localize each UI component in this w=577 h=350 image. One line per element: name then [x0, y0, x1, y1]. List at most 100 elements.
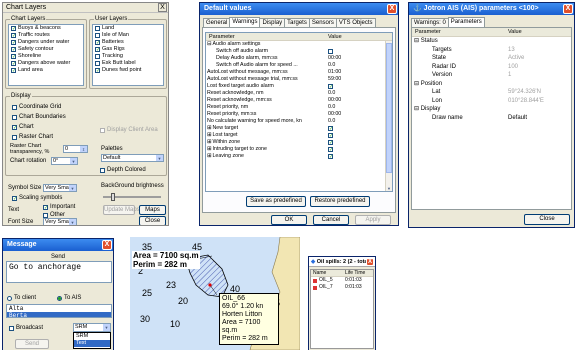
- raster-chart-checkbox[interactable]: Raster Chart: [10, 134, 53, 141]
- send-button[interactable]: Send: [15, 339, 49, 349]
- scaling-symbols-checkbox[interactable]: ✓ Scaling symbols: [10, 195, 62, 202]
- table-row[interactable]: Lon 010°28.844'E: [412, 97, 571, 106]
- table-row[interactable]: ⊟ Display: [412, 105, 571, 114]
- column-header[interactable]: Value: [328, 33, 342, 40]
- checkbox[interactable]: ✓: [11, 61, 16, 67]
- table-row[interactable]: ⊞ Lost target ✓: [206, 132, 392, 139]
- checkbox[interactable]: ✓: [328, 84, 333, 90]
- restore-predefined-button[interactable]: Restore predefined: [310, 196, 370, 207]
- column-header[interactable]: Parameter: [412, 28, 508, 36]
- checkbox[interactable]: ✓: [95, 68, 100, 74]
- close-icon[interactable]: X: [158, 3, 167, 12]
- value-cell[interactable]: 00:00: [328, 55, 341, 62]
- expand-icon[interactable]: ⊞: [207, 132, 211, 139]
- vertical-scrollbar[interactable]: ▼: [385, 41, 392, 191]
- layer-item[interactable]: ✓ Buoys & beacons: [9, 25, 83, 32]
- table-row[interactable]: Lost fixed target audio alarm ✓: [206, 83, 392, 90]
- value-cell[interactable]: 59:00: [328, 76, 341, 83]
- recipient-item[interactable]: Alta: [7, 305, 111, 312]
- table-row[interactable]: ⊟ Status: [412, 37, 571, 46]
- value-cell[interactable]: 0.0: [328, 90, 335, 97]
- checkbox[interactable]: [328, 49, 333, 54]
- to-ais-radio[interactable]: To AIS: [57, 295, 81, 302]
- collapse-icon[interactable]: ⊟: [414, 81, 421, 87]
- table-row[interactable]: ⊟ Position: [412, 80, 571, 89]
- column-header[interactable]: Life Time: [345, 270, 365, 276]
- value-cell[interactable]: ✓: [328, 153, 335, 160]
- column-header[interactable]: Parameter: [206, 33, 328, 40]
- value-cell[interactable]: ✓: [328, 132, 335, 139]
- close-icon[interactable]: X: [563, 4, 573, 14]
- checkbox[interactable]: ✓: [11, 33, 16, 39]
- table-row[interactable]: ⊞ Intruding target to zone ✓: [206, 146, 392, 153]
- message-text-input[interactable]: Go to anchorage: [6, 261, 112, 283]
- layer-item[interactable]: ✓ Safety contour: [9, 46, 83, 53]
- table-row[interactable]: OIL_7 0:01:03: [311, 284, 373, 291]
- close-icon[interactable]: X: [366, 258, 374, 266]
- value-cell[interactable]: 01:00: [328, 69, 341, 76]
- layer-item[interactable]: ✓ Dunes fwd point: [93, 67, 163, 74]
- close-button[interactable]: Close: [139, 216, 166, 225]
- message-type-select[interactable]: SRM ▼: [73, 323, 111, 332]
- value-cell[interactable]: 0.0: [328, 118, 335, 125]
- chevron-down-icon[interactable]: ▼: [156, 155, 163, 161]
- collapse-icon[interactable]: ⊟: [414, 38, 421, 44]
- value-cell[interactable]: 0.0: [328, 104, 335, 111]
- checkbox[interactable]: ✓: [328, 126, 333, 132]
- to-client-radio[interactable]: To client: [7, 295, 36, 302]
- expand-icon[interactable]: ⊞: [207, 139, 211, 146]
- table-row[interactable]: Reset acknowledge, nm 0.0: [206, 90, 392, 97]
- table-row[interactable]: Switch off audio alarm: [206, 48, 392, 55]
- checkbox[interactable]: [95, 33, 100, 38]
- checkbox[interactable]: ✓: [328, 140, 333, 146]
- user-layers-list[interactable]: Land Isle of Man ✓ Batteries ✓ Gas Rigs Tracki…: [92, 24, 164, 86]
- layer-item[interactable]: Esk Butt label: [93, 60, 163, 67]
- table-row[interactable]: Switch off Audio alarm for speed ... 0.0: [206, 62, 392, 69]
- value-cell[interactable]: ✓: [328, 125, 335, 132]
- checkbox[interactable]: [95, 61, 100, 66]
- checkbox[interactable]: ✓: [11, 47, 16, 53]
- chart-boundaries-checkbox[interactable]: Chart Boundaries: [10, 114, 66, 121]
- broadcast-checkbox[interactable]: Broadcast: [7, 325, 43, 332]
- table-row[interactable]: AutoLost without message, mm:ss 01:00: [206, 69, 392, 76]
- table-row[interactable]: OIL_5 0:01:03: [311, 277, 373, 284]
- table-row[interactable]: No calculate warning for speed more, kn 0…: [206, 118, 392, 125]
- layer-item[interactable]: Tracking: [93, 53, 163, 60]
- checkbox[interactable]: ✓: [11, 68, 16, 74]
- layer-item[interactable]: ✓ Batteries: [93, 39, 163, 46]
- collapse-icon[interactable]: ⊟: [414, 106, 421, 112]
- table-row[interactable]: Reset acknowledge, mm:ss 00:00: [206, 97, 392, 104]
- checkbox[interactable]: ✓: [95, 40, 100, 46]
- table-row[interactable]: ⊞ Within zone ✓: [206, 139, 392, 146]
- layer-item[interactable]: Isle of Man: [93, 32, 163, 39]
- layer-item[interactable]: ✓ Shoreline: [9, 53, 83, 60]
- dropdown-option[interactable]: SRM: [74, 333, 110, 340]
- close-icon[interactable]: X: [387, 4, 397, 14]
- table-row[interactable]: ⊟ Audio alarm settings: [206, 41, 392, 48]
- recipient-list[interactable]: Alta Berta: [6, 304, 112, 318]
- value-cell[interactable]: 00:00: [328, 97, 341, 104]
- checkbox[interactable]: ✓: [328, 147, 333, 153]
- expand-icon[interactable]: ⊞: [207, 146, 211, 153]
- oil-spills-table[interactable]: Name Life Time OIL_5 0:01:03 OIL_7 0:01:03: [310, 269, 374, 349]
- value-cell[interactable]: [328, 48, 335, 55]
- depth-colored-checkbox[interactable]: Depth Colored: [98, 167, 146, 174]
- maps-button[interactable]: Maps: [139, 205, 166, 215]
- message-type-dropdown[interactable]: SRM Text: [73, 332, 111, 349]
- value-cell[interactable]: ✓: [328, 139, 335, 146]
- coordinate-grid-checkbox[interactable]: Coordinate Grid: [10, 104, 61, 111]
- table-row[interactable]: Version 1: [412, 71, 571, 80]
- checkbox[interactable]: ✓: [11, 54, 16, 60]
- chevron-down-icon[interactable]: ▼: [70, 158, 77, 164]
- layer-item[interactable]: Land: [93, 25, 163, 32]
- collapse-icon[interactable]: ⊟: [207, 41, 211, 48]
- spin-arrows-icon[interactable]: ⇕: [80, 146, 87, 152]
- chevron-down-icon[interactable]: ▼: [69, 219, 76, 225]
- palettes-select[interactable]: Default ▼: [101, 154, 164, 162]
- symbol-size-select[interactable]: Very Small ▼: [43, 184, 77, 192]
- scroll-thumb[interactable]: [386, 43, 392, 173]
- expand-icon[interactable]: ⊞: [207, 153, 211, 160]
- table-row[interactable]: Radar ID 100: [412, 63, 571, 72]
- checkbox[interactable]: ✓: [328, 133, 333, 139]
- important-checkbox[interactable]: ✓ Important: [41, 204, 75, 211]
